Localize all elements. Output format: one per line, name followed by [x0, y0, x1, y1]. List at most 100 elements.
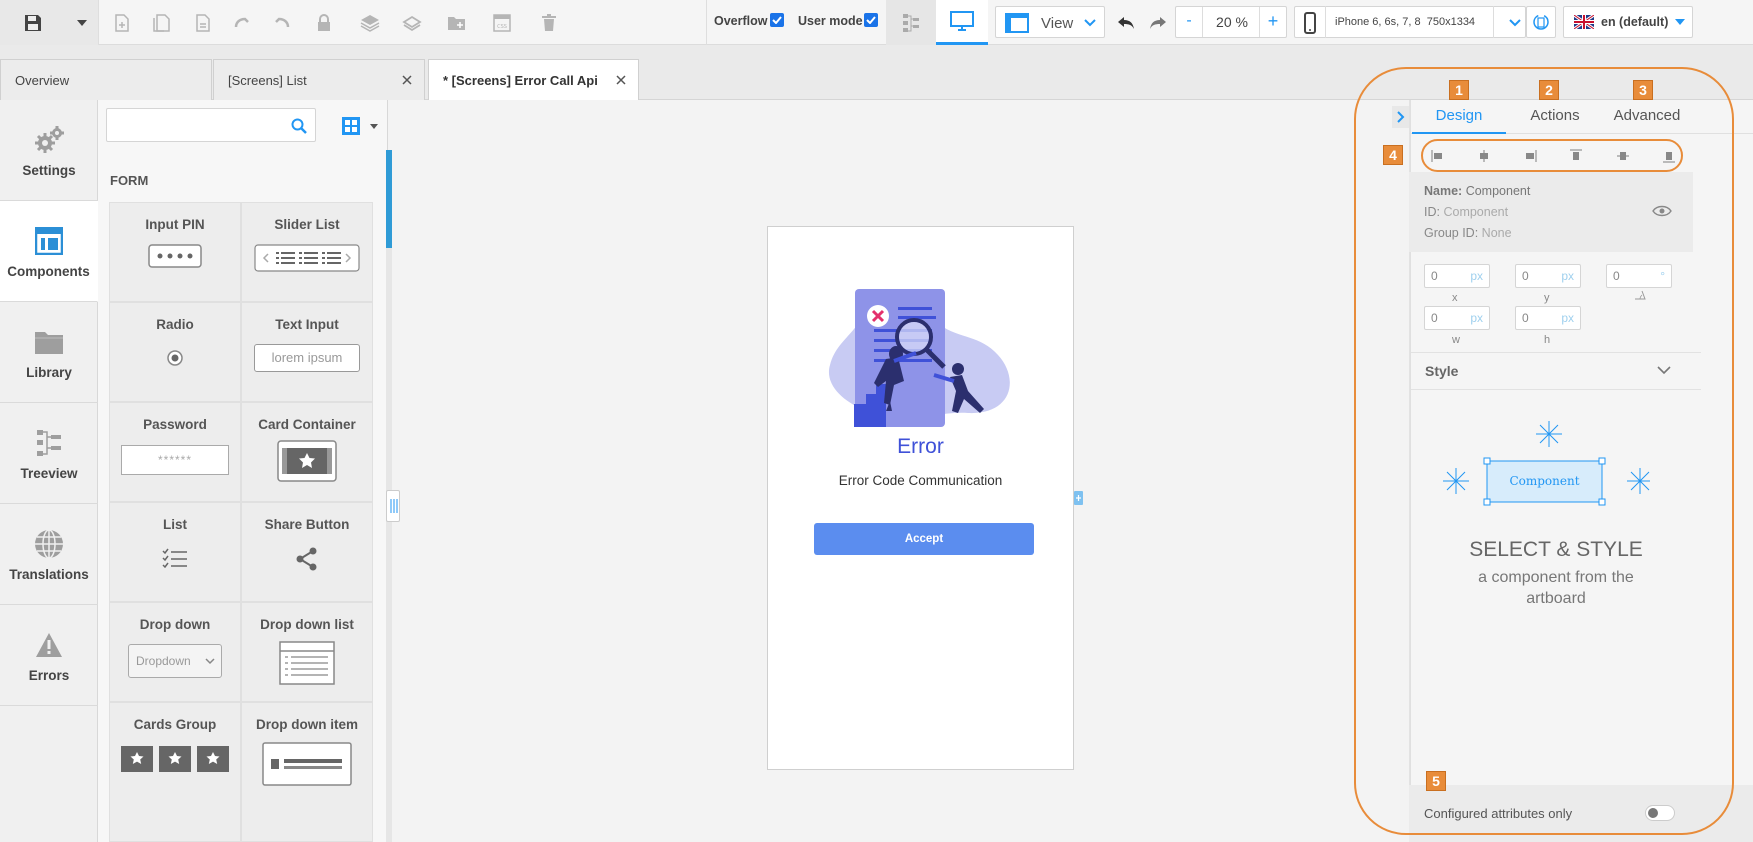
save-button[interactable] [0, 0, 65, 45]
component-title: Drop down [139, 617, 211, 632]
main-toolbar: CSS Overflow User mode View - 20 % + iPh… [0, 0, 1753, 45]
document-tabs: Overview [Screens] List * [Screens] Erro… [0, 45, 1753, 101]
tab-actions[interactable]: Actions [1508, 104, 1602, 134]
usermode-checkbox[interactable] [864, 13, 878, 27]
password-preview: ****** [121, 445, 229, 475]
nav-settings[interactable]: Settings [0, 100, 98, 201]
align-middle-v-icon[interactable] [1616, 149, 1630, 163]
annotation-badge-3: 3 [1633, 80, 1653, 100]
align-right-icon[interactable] [1523, 149, 1537, 163]
tree-view-toggle[interactable] [886, 0, 936, 45]
caret-down-icon [1675, 19, 1685, 25]
artboard-screen[interactable]: Error Error Code Communication Accept [767, 226, 1074, 770]
nav-treeview[interactable]: Treeview [0, 403, 98, 504]
component-card-container[interactable]: Card Container [241, 402, 373, 502]
nav-components[interactable]: Components [0, 201, 98, 302]
nav-library[interactable]: Library [0, 302, 98, 403]
error-subtitle: Error Code Communication [838, 473, 1003, 488]
component-drop-down[interactable]: Drop down Dropdown [109, 602, 241, 702]
name-value[interactable]: Component [1466, 184, 1531, 198]
width-unit: px [1470, 311, 1483, 325]
component-password[interactable]: Password ****** [109, 402, 241, 502]
tab-screens-error-call-api[interactable]: * [Screens] Error Call Api [428, 59, 639, 101]
zoom-out-button[interactable]: - [1176, 7, 1203, 37]
id-value[interactable]: Component [1443, 205, 1508, 219]
tab-design[interactable]: Design [1412, 104, 1506, 134]
configured-attributes-toggle[interactable] [1645, 805, 1675, 821]
rotation-angle-icon [1634, 290, 1646, 300]
group-id-value[interactable]: None [1482, 226, 1512, 240]
component-radio[interactable]: Radio [109, 302, 241, 402]
search-icon[interactable] [291, 118, 307, 134]
sparkle-illustration-icon [1443, 421, 1650, 506]
caret-down-icon[interactable] [370, 124, 378, 129]
rotate-right-button[interactable] [268, 0, 296, 45]
zoom-in-button[interactable]: + [1259, 7, 1286, 37]
device-select[interactable]: iPhone 6, 6s, 7, 8 750x1334 [1294, 6, 1526, 38]
lock-button[interactable] [310, 0, 338, 45]
card-container-preview-icon [277, 440, 337, 482]
layers-button[interactable] [356, 0, 384, 45]
component-title: Slider List [274, 217, 340, 232]
delete-button[interactable] [535, 0, 563, 45]
desktop-monitor-icon [950, 11, 974, 31]
radio-preview-icon [167, 350, 183, 366]
component-drop-down-item[interactable]: Drop down item [241, 702, 373, 842]
accept-button[interactable]: Accept [814, 523, 1034, 555]
component-drop-down-list[interactable]: Drop down list [241, 602, 373, 702]
nav-translations[interactable]: Translations [0, 504, 98, 605]
width-input[interactable]: 0 px [1424, 306, 1490, 330]
folder-add-button[interactable] [443, 0, 471, 45]
rotation-input[interactable]: 0 ° [1606, 264, 1672, 288]
language-select[interactable]: en (default) [1563, 6, 1693, 38]
collapse-panel-button[interactable] [1392, 106, 1409, 128]
group-id-label: Group ID: [1424, 226, 1479, 240]
undo-button[interactable] [1112, 0, 1140, 45]
layers-alt-button[interactable] [398, 0, 426, 45]
close-icon[interactable] [614, 73, 628, 87]
gears-icon [32, 123, 66, 157]
style-section-header[interactable]: Style [1411, 352, 1701, 390]
svg-text:CSS: CSS [497, 24, 507, 30]
height-input[interactable]: 0 px [1515, 306, 1581, 330]
view-select[interactable]: View [995, 6, 1105, 38]
overflow-checkbox[interactable] [770, 13, 784, 27]
component-slider-list[interactable]: Slider List [241, 202, 373, 302]
rotate-left-button[interactable] [228, 0, 256, 45]
align-top-icon[interactable] [1569, 149, 1583, 163]
new-page-button[interactable] [108, 0, 136, 45]
x-position-input[interactable]: 0 px [1424, 264, 1490, 288]
panel-resize-handle[interactable] [386, 490, 400, 522]
component-list[interactable]: List [109, 502, 241, 602]
component-search-input[interactable] [107, 109, 287, 139]
component-text-input[interactable]: Text Input lorem ipsum [241, 302, 373, 402]
grid-view-icon[interactable] [342, 117, 360, 135]
artboard-resize-handle[interactable] [1074, 491, 1083, 505]
overflow-label: Overflow [714, 14, 768, 28]
component-title: List [162, 517, 187, 532]
align-left-icon[interactable] [1431, 149, 1445, 163]
tab-overview[interactable]: Overview [0, 59, 212, 100]
rotate-device-button[interactable] [1526, 6, 1556, 38]
tab-advanced[interactable]: Advanced [1597, 104, 1697, 134]
redo-button[interactable] [1144, 0, 1172, 45]
css-button[interactable]: CSS [488, 0, 516, 45]
align-center-h-icon[interactable] [1477, 149, 1491, 163]
zoom-value-input[interactable]: 20 % [1204, 7, 1260, 37]
save-dropdown-button[interactable] [65, 0, 98, 45]
close-icon[interactable] [400, 73, 414, 87]
component-share-button[interactable]: Share Button [241, 502, 373, 602]
component-cards-group[interactable]: Cards Group [109, 702, 241, 842]
component-search-field[interactable] [106, 108, 316, 142]
eye-icon[interactable] [1652, 205, 1672, 217]
smartphone-icon [1304, 12, 1316, 34]
component-input-pin[interactable]: Input PIN [109, 202, 241, 302]
duplicate-page-button[interactable] [148, 0, 176, 45]
nav-errors[interactable]: Errors [0, 605, 98, 706]
desktop-view-toggle[interactable] [936, 0, 988, 45]
tab-screens-list[interactable]: [Screens] List [213, 59, 425, 100]
align-bottom-icon[interactable] [1662, 149, 1676, 163]
chevron-down-icon [1084, 19, 1096, 27]
copy-page-button[interactable] [188, 0, 216, 45]
y-position-input[interactable]: 0 px [1515, 264, 1581, 288]
